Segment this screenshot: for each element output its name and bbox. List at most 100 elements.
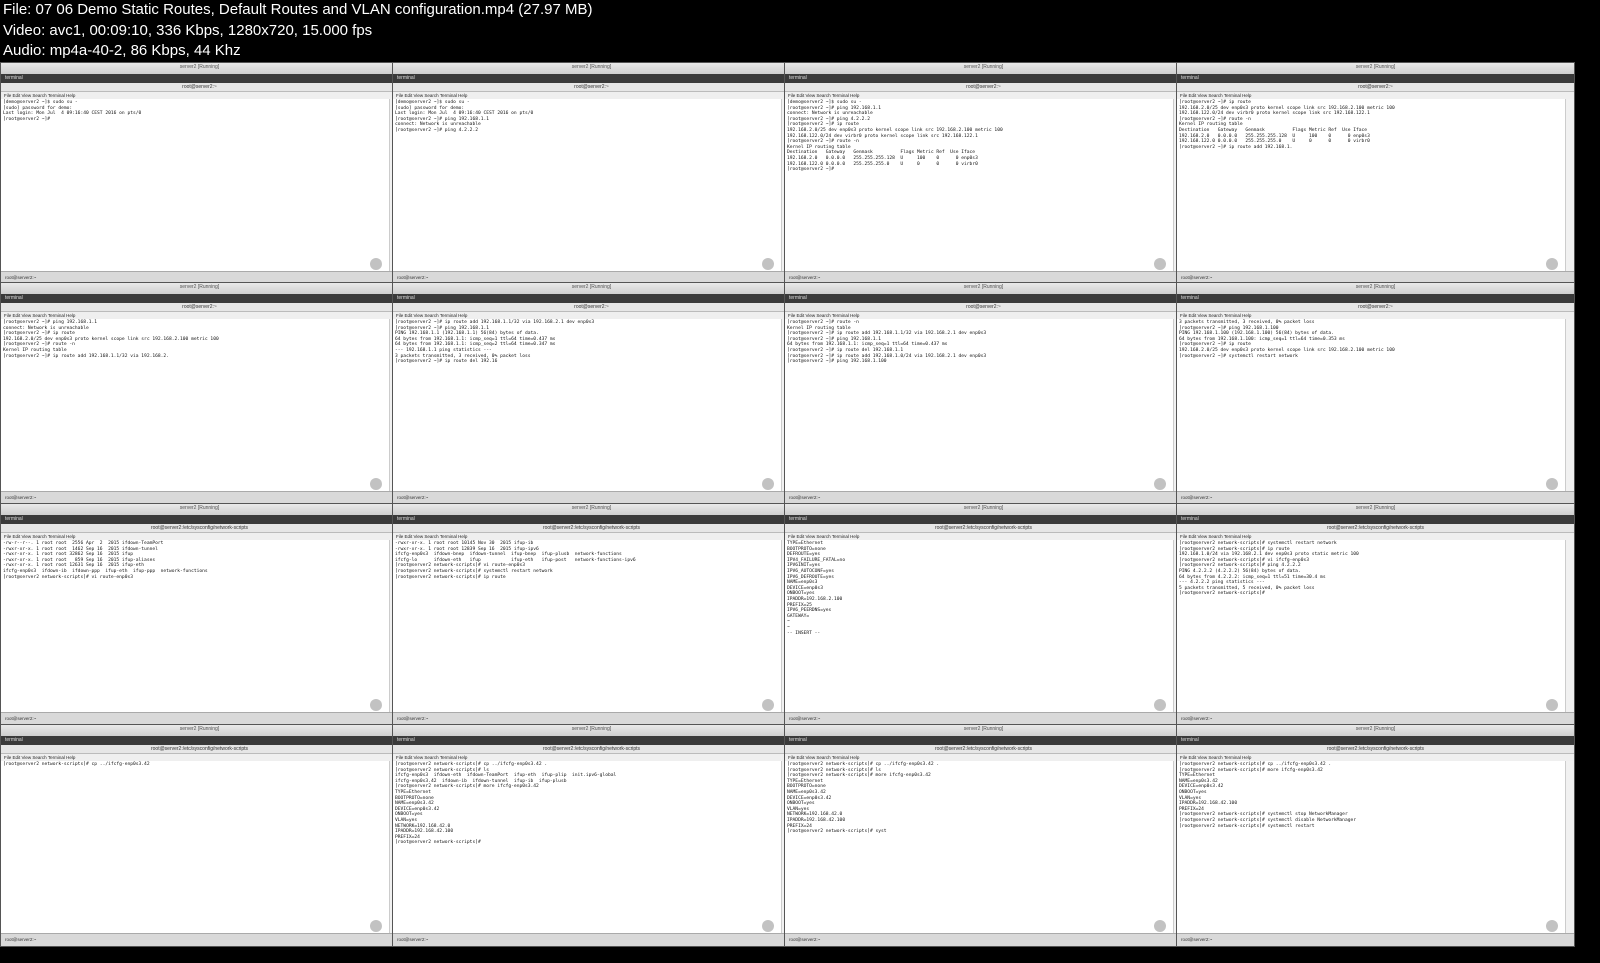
terminal-text: [root@server2 ~]# ip route add 192.168.1… (395, 320, 595, 365)
terminal-output: [root@server2 network-scripts]# cp ../if… (393, 761, 782, 934)
taskbar-item: root@server2:~ (1181, 937, 1213, 942)
terminal-title: root@server2:~ (393, 83, 790, 92)
taskbar-item: root@server2:~ (1181, 716, 1213, 721)
taskbar: root@server2:~ (785, 933, 1182, 946)
video-thumbnail: server2 [Running] terminal root@server2:/e… (1176, 724, 1575, 947)
terminal-output: -rwxr-xr-x. 1 root root 10145 Nov 30 201… (393, 540, 782, 713)
taskbar-item: root@server2:~ (397, 937, 429, 942)
terminal-title: root@server2:/etc/sysconfig/network-scri… (1177, 745, 1574, 754)
desktop-topbar: terminal (393, 74, 790, 83)
desktop-topbar: terminal (393, 294, 790, 303)
video-thumbnail: server2 [Running] terminal root@server2:/e… (1176, 503, 1575, 726)
terminal-menubar: File Edit View Search Terminal Help (785, 533, 1182, 540)
vm-title: server2 [Running] (571, 505, 612, 511)
terminal-title: root@server2:/etc/sysconfig/network-scri… (1, 524, 398, 533)
terminal-title: root@server2:/etc/sysconfig/network-scri… (785, 524, 1182, 533)
terminal-output: [root@server2 network-scripts]# systemct… (1177, 540, 1566, 713)
terminal-output: [demo@server2 ~]$ sudo su - [sudo] passw… (393, 99, 782, 272)
activities-tab: terminal (5, 737, 23, 743)
terminal-output: [root@server2 ~]# ip route add 192.168.1… (393, 319, 782, 492)
activities-tab: terminal (789, 295, 807, 301)
vm-title: server2 [Running] (1355, 284, 1396, 290)
terminal-title: root@server2:/etc/sysconfig/network-scri… (393, 524, 790, 533)
terminal-title: root@server2:/etc/sysconfig/network-scri… (1, 745, 398, 754)
taskbar-item: root@server2:~ (789, 275, 821, 280)
terminal-text: [root@server2 ~]# ping 192.168.1.1 conne… (3, 320, 219, 359)
terminal-menubar: File Edit View Search Terminal Help (1, 754, 398, 761)
terminal-output: -rw-r--r--. 1 root root 2556 Apr 2 2015 … (1, 540, 390, 713)
terminal-text: [root@server2 network-scripts]# cp ../if… (3, 762, 150, 767)
video-thumbnail: server2 [Running] terminal root@server2:~ F… (0, 62, 399, 285)
terminal-menubar: File Edit View Search Terminal Help (1, 533, 398, 540)
video-thumbnail: server2 [Running] terminal root@server2:~ F… (784, 62, 1183, 285)
desktop-topbar: terminal (393, 515, 790, 524)
terminal-title: root@server2:/etc/sysconfig/network-scri… (785, 745, 1182, 754)
terminal-text: [root@server2 network-scripts]# cp ../if… (787, 762, 940, 835)
vm-title: server2 [Running] (179, 505, 220, 511)
activities-tab: terminal (397, 295, 415, 301)
activities-tab: terminal (789, 516, 807, 522)
vm-pager-icon (762, 920, 774, 932)
vm-pager-icon (1546, 920, 1558, 932)
desktop-topbar: terminal (1, 74, 398, 83)
taskbar-item: root@server2:~ (1181, 495, 1213, 500)
terminal-text: TYPE=Ethernet BOOTPROTO=none DEFROUTE=ye… (787, 541, 846, 636)
desktop-topbar: terminal (1, 515, 398, 524)
video-thumbnail: server2 [Running] terminal root@server2:/e… (392, 724, 791, 947)
terminal-title: root@server2:~ (785, 83, 1182, 92)
video-thumbnail: server2 [Running] terminal root@server2:~ F… (0, 282, 399, 505)
activities-tab: terminal (1181, 737, 1199, 743)
vm-title: server2 [Running] (179, 64, 220, 70)
terminal-output: [root@server2 ~]# ip route 192.168.2.0/2… (1177, 99, 1566, 272)
video-thumbnail: server2 [Running] terminal root@server2:/e… (0, 503, 399, 726)
terminal-menubar: File Edit View Search Terminal Help (1177, 92, 1574, 99)
terminal-text: 3 packets transmitted, 3 received, 0% pa… (1179, 320, 1395, 359)
terminal-menubar: File Edit View Search Terminal Help (785, 312, 1182, 319)
terminal-output: [root@server2 ~]# ping 192.168.1.1 conne… (1, 319, 390, 492)
terminal-text: [root@server2 ~]# ip route 192.168.2.0/2… (1179, 100, 1395, 150)
terminal-output: [root@server2 ~]# route -n Kernel IP rou… (785, 319, 1174, 492)
vm-pager-icon (370, 699, 382, 711)
terminal-title: root@server2:~ (1, 83, 398, 92)
vm-pager-icon (762, 478, 774, 490)
vm-title: server2 [Running] (963, 284, 1004, 290)
thumbnail-grid: server2 [Running] terminal root@server2:~ F… (0, 62, 1600, 963)
video-thumbnail: server2 [Running] terminal root@server2:/e… (392, 503, 791, 726)
activities-tab: terminal (397, 75, 415, 81)
activities-tab: terminal (1181, 75, 1199, 81)
desktop-topbar: terminal (785, 294, 1182, 303)
terminal-text: -rw-r--r--. 1 root root 2556 Apr 2 2015 … (3, 541, 208, 580)
terminal-menubar: File Edit View Search Terminal Help (393, 754, 790, 761)
taskbar-item: root@server2:~ (5, 716, 37, 721)
vm-pager-icon (370, 920, 382, 932)
vm-title: server2 [Running] (571, 284, 612, 290)
video-thumbnail: server2 [Running] terminal root@server2:/e… (784, 503, 1183, 726)
taskbar-item: root@server2:~ (1181, 275, 1213, 280)
vm-title: server2 [Running] (1355, 64, 1396, 70)
terminal-menubar: File Edit View Search Terminal Help (785, 92, 1182, 99)
terminal-menubar: File Edit View Search Terminal Help (1177, 754, 1574, 761)
desktop-topbar: terminal (393, 736, 790, 745)
terminal-menubar: File Edit View Search Terminal Help (393, 92, 790, 99)
video-thumbnail: server2 [Running] terminal root@server2:/e… (0, 724, 399, 947)
taskbar-item: root@server2:~ (789, 937, 821, 942)
activities-tab: terminal (5, 516, 23, 522)
activities-tab: terminal (789, 737, 807, 743)
file-info-header: File: 07 06 Demo Static Routes, Default … (0, 0, 1600, 62)
activities-tab: terminal (1181, 295, 1199, 301)
taskbar-item: root@server2:~ (397, 275, 429, 280)
terminal-menubar: File Edit View Search Terminal Help (785, 754, 1182, 761)
terminal-output: [demo@server2 ~]$ sudo su - [sudo] passw… (1, 99, 390, 272)
terminal-menubar: File Edit View Search Terminal Help (393, 533, 790, 540)
vm-pager-icon (370, 258, 382, 270)
vm-title: server2 [Running] (571, 726, 612, 732)
terminal-menubar: File Edit View Search Terminal Help (1, 92, 398, 99)
terminal-title: root@server2:~ (393, 303, 790, 312)
terminal-text: [demo@server2 ~]$ sudo su - [root@server… (787, 100, 1003, 173)
vm-pager-icon (1154, 258, 1166, 270)
video-thumbnail: server2 [Running] terminal root@server2:~ F… (392, 282, 791, 505)
video-thumbnail: server2 [Running] terminal root@server2:/e… (784, 724, 1183, 947)
terminal-title: root@server2:~ (785, 303, 1182, 312)
activities-tab: terminal (397, 737, 415, 743)
vm-pager-icon (1154, 920, 1166, 932)
